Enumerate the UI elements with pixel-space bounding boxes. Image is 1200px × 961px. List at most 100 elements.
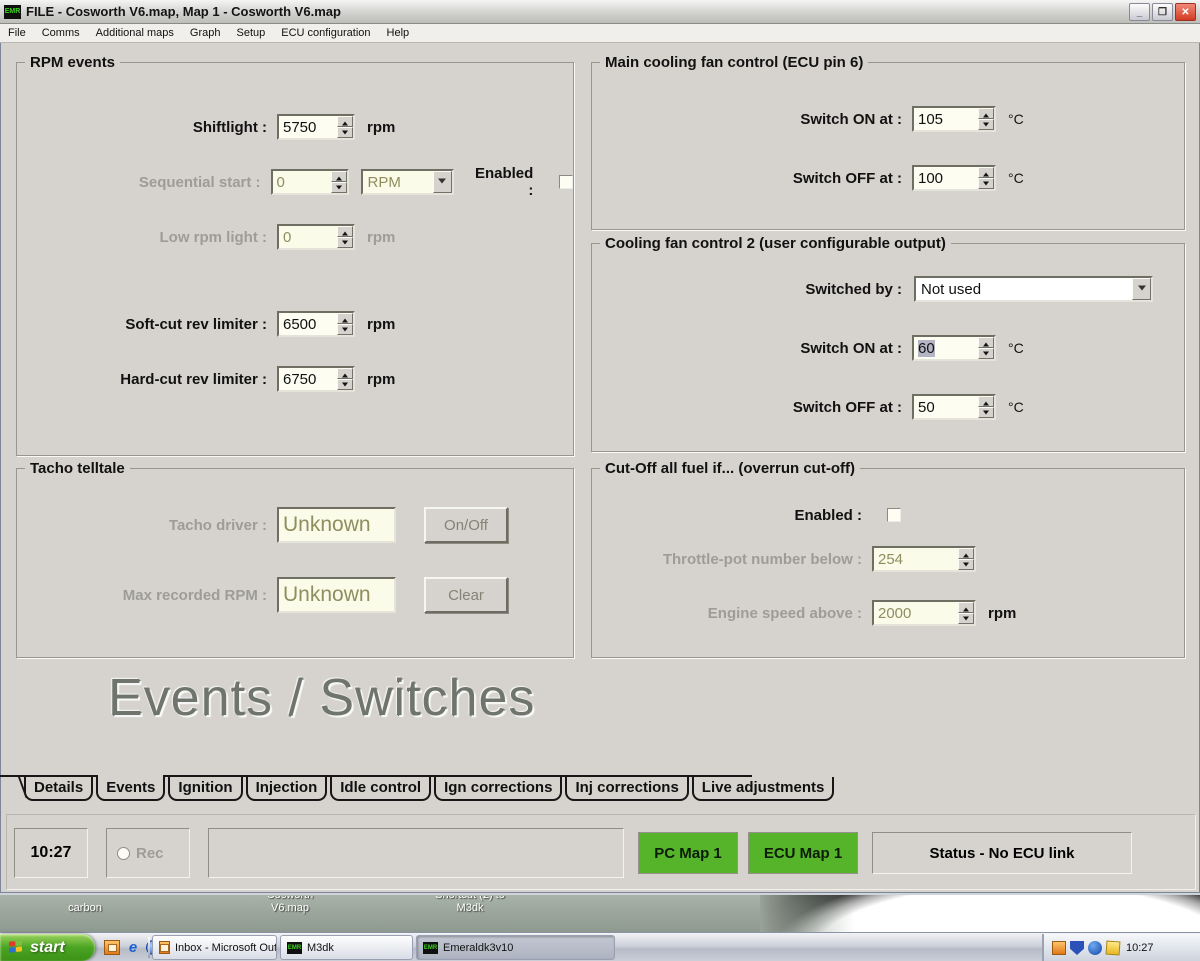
volume-tray-icon[interactable] (1052, 941, 1066, 955)
spin-down-icon[interactable] (337, 127, 353, 138)
tab-injection[interactable]: Injection (246, 777, 328, 801)
menu-help[interactable]: Help (379, 27, 418, 39)
spin-down-icon[interactable] (978, 178, 994, 189)
sequential-mode-value[interactable]: RPM (363, 171, 433, 193)
hard-cut-value[interactable]: 6750 (279, 368, 337, 390)
tab-ignition[interactable]: Ignition (168, 777, 242, 801)
spin-down-icon[interactable] (978, 348, 994, 359)
outlook-quicklaunch-icon[interactable] (104, 940, 120, 955)
start-button[interactable]: start (0, 934, 95, 961)
spin-down-icon[interactable] (958, 613, 974, 624)
rec-radio[interactable] (117, 847, 130, 860)
hard-cut-input[interactable]: 6750 (277, 366, 355, 392)
tab-inj-corrections[interactable]: Inj corrections (565, 777, 688, 801)
menu-file[interactable]: File (0, 27, 34, 39)
spin-up-icon[interactable] (978, 396, 994, 407)
updates-tray-icon[interactable] (1106, 941, 1121, 956)
menu-setup[interactable]: Setup (228, 27, 273, 39)
fan2-on-spinner[interactable] (978, 337, 994, 359)
tacho-onoff-button[interactable]: On/Off (424, 507, 508, 543)
desktop-icon-carbon[interactable]: carbon (25, 896, 145, 914)
fan1-off-spinner[interactable] (978, 167, 994, 189)
soft-cut-value[interactable]: 6500 (279, 313, 337, 335)
spin-down-icon[interactable] (958, 559, 974, 570)
throttle-pot-input[interactable]: 254 (872, 546, 976, 572)
fan2-switched-by-value[interactable]: Not used (916, 278, 1132, 300)
spin-up-icon[interactable] (337, 116, 353, 127)
spin-up-icon[interactable] (978, 108, 994, 119)
fan2-off-spinner[interactable] (978, 396, 994, 418)
sequential-mode-dropdown[interactable]: RPM (361, 169, 454, 195)
spin-down-icon[interactable] (337, 324, 353, 335)
tab-details[interactable]: Details (24, 777, 93, 801)
internet-explorer-icon[interactable] (125, 940, 141, 955)
spin-down-icon[interactable] (978, 407, 994, 418)
shiftlight-input[interactable]: 5750 (277, 114, 355, 140)
security-shield-icon[interactable] (1070, 941, 1084, 955)
fan2-on-selected-text[interactable]: 60 (918, 340, 935, 357)
shiftlight-spinner[interactable] (337, 116, 353, 138)
restore-button[interactable]: ❐ (1152, 3, 1173, 21)
spin-up-icon[interactable] (958, 602, 974, 613)
menu-comms[interactable]: Comms (34, 27, 88, 39)
dropdown-arrow-icon[interactable] (433, 171, 452, 193)
low-rpm-light-value[interactable]: 0 (279, 226, 337, 248)
engine-speed-spinner[interactable] (958, 602, 974, 624)
fan1-on-spinner[interactable] (978, 108, 994, 130)
taskbar-task-inbox[interactable]: Inbox - Microsoft Out... (152, 935, 277, 960)
tab-idle-control[interactable]: Idle control (330, 777, 431, 801)
spin-up-icon[interactable] (978, 167, 994, 178)
spin-up-icon[interactable] (958, 548, 974, 559)
minimize-button[interactable]: _ (1129, 3, 1150, 21)
spin-up-icon[interactable] (337, 226, 353, 237)
soft-cut-input[interactable]: 6500 (277, 311, 355, 337)
pc-map-button[interactable]: PC Map 1 (638, 832, 738, 874)
throttle-pot-value[interactable]: 254 (874, 548, 958, 570)
fan2-on-input[interactable]: 60 (912, 335, 996, 361)
fan2-on-value[interactable]: 60 (914, 337, 978, 359)
shiftlight-value[interactable]: 5750 (279, 116, 337, 138)
fan2-off-input[interactable]: 50 (912, 394, 996, 420)
sequential-enabled-checkbox[interactable] (559, 175, 573, 189)
cutoff-enabled-checkbox[interactable] (887, 508, 901, 522)
menu-ecu-configuration[interactable]: ECU configuration (273, 27, 378, 39)
dropdown-arrow-icon[interactable] (1132, 278, 1151, 300)
taskbar-task-emeraldk3v10[interactable]: EMR Emeraldk3v10 (416, 935, 615, 960)
fan1-off-value[interactable]: 100 (914, 167, 978, 189)
fan1-on-value[interactable]: 105 (914, 108, 978, 130)
menu-graph[interactable]: Graph (182, 27, 229, 39)
throttle-pot-spinner[interactable] (958, 548, 974, 570)
soft-cut-spinner[interactable] (337, 313, 353, 335)
low-rpm-light-spinner[interactable] (337, 226, 353, 248)
bluetooth-icon[interactable] (1088, 941, 1102, 955)
hard-cut-spinner[interactable] (337, 368, 353, 390)
fan1-off-input[interactable]: 100 (912, 165, 996, 191)
menu-additional-maps[interactable]: Additional maps (88, 27, 182, 39)
close-button[interactable]: ✕ (1175, 3, 1196, 21)
spin-up-icon[interactable] (337, 368, 353, 379)
sequential-start-value[interactable]: 0 (273, 171, 331, 193)
spin-up-icon[interactable] (337, 313, 353, 324)
spin-down-icon[interactable] (337, 379, 353, 390)
tab-ign-corrections[interactable]: Ign corrections (434, 777, 562, 801)
fan1-on-input[interactable]: 105 (912, 106, 996, 132)
spin-up-icon[interactable] (978, 337, 994, 348)
fan2-switched-by-dropdown[interactable]: Not used (914, 276, 1153, 302)
sequential-start-spinner[interactable] (331, 171, 347, 193)
max-rpm-clear-button[interactable]: Clear (424, 577, 508, 613)
spin-down-icon[interactable] (978, 119, 994, 130)
spin-up-icon[interactable] (331, 171, 347, 182)
desktop-icon-cosworth-map[interactable]: Cosworth V6.map (230, 896, 350, 914)
taskbar-task-m3dk[interactable]: EMR M3dk (280, 935, 413, 960)
spin-down-icon[interactable] (337, 237, 353, 248)
sequential-start-input[interactable]: 0 (271, 169, 349, 195)
ecu-map-button[interactable]: ECU Map 1 (748, 832, 858, 874)
tab-live-adjustments[interactable]: Live adjustments (692, 777, 835, 801)
low-rpm-light-input[interactable]: 0 (277, 224, 355, 250)
engine-speed-value[interactable]: 2000 (874, 602, 958, 624)
fan2-off-value[interactable]: 50 (914, 396, 978, 418)
engine-speed-input[interactable]: 2000 (872, 600, 976, 626)
tab-events[interactable]: Events (96, 775, 165, 801)
desktop-icon-m3dk-shortcut[interactable]: Shortcut (2) to M3dk (410, 896, 530, 914)
spin-down-icon[interactable] (331, 182, 347, 193)
